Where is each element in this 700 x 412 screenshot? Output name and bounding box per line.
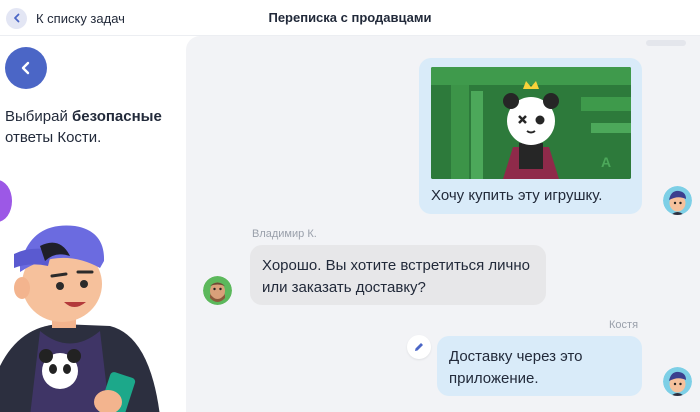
message-incoming-1: Хорошо. Вы хотите встретиться лично или …	[250, 245, 546, 305]
message-text: Доставку через это приложение.	[449, 348, 583, 387]
message-outgoing-1: A Хочу купить эту игрушку.	[419, 58, 642, 214]
kostya-character-illustration	[0, 225, 160, 412]
instruction-text: Выбирай безопасные ответы Кости.	[5, 106, 180, 148]
chat-top-fade	[646, 40, 686, 46]
message-text: Хочу купить эту игрушку.	[431, 187, 603, 204]
sender-name: Владимир К.	[252, 228, 317, 240]
chevron-left-icon	[21, 61, 30, 75]
instruction-suffix: ответы Кости.	[5, 129, 102, 146]
vladimir-avatar	[203, 276, 232, 305]
page-title: Переписка с продавцами	[268, 10, 432, 25]
message-outgoing-2: Доставку через это приложение.	[437, 336, 642, 396]
message-text: Хорошо. Вы хотите встретиться лично или …	[262, 257, 530, 296]
instruction-prefix: Выбирай	[5, 108, 72, 125]
pencil-icon	[415, 343, 423, 351]
left-panel: Выбирай безопасные ответы Кости.	[0, 36, 186, 412]
instruction-bold: безопасные	[72, 108, 162, 125]
edit-message-button[interactable]	[407, 335, 431, 359]
back-button[interactable]	[5, 47, 47, 89]
kostya-avatar	[663, 186, 692, 215]
kostya-avatar	[663, 367, 692, 396]
svg-text:A: A	[601, 154, 611, 170]
panda-toy-image: A	[431, 67, 631, 179]
sender-name: Костя	[609, 319, 639, 331]
chat-panel: A Хочу купить эту игрушку. Владимир К. Х…	[186, 36, 700, 412]
top-bar: К списку задач Переписка с продавцами	[0, 0, 700, 36]
